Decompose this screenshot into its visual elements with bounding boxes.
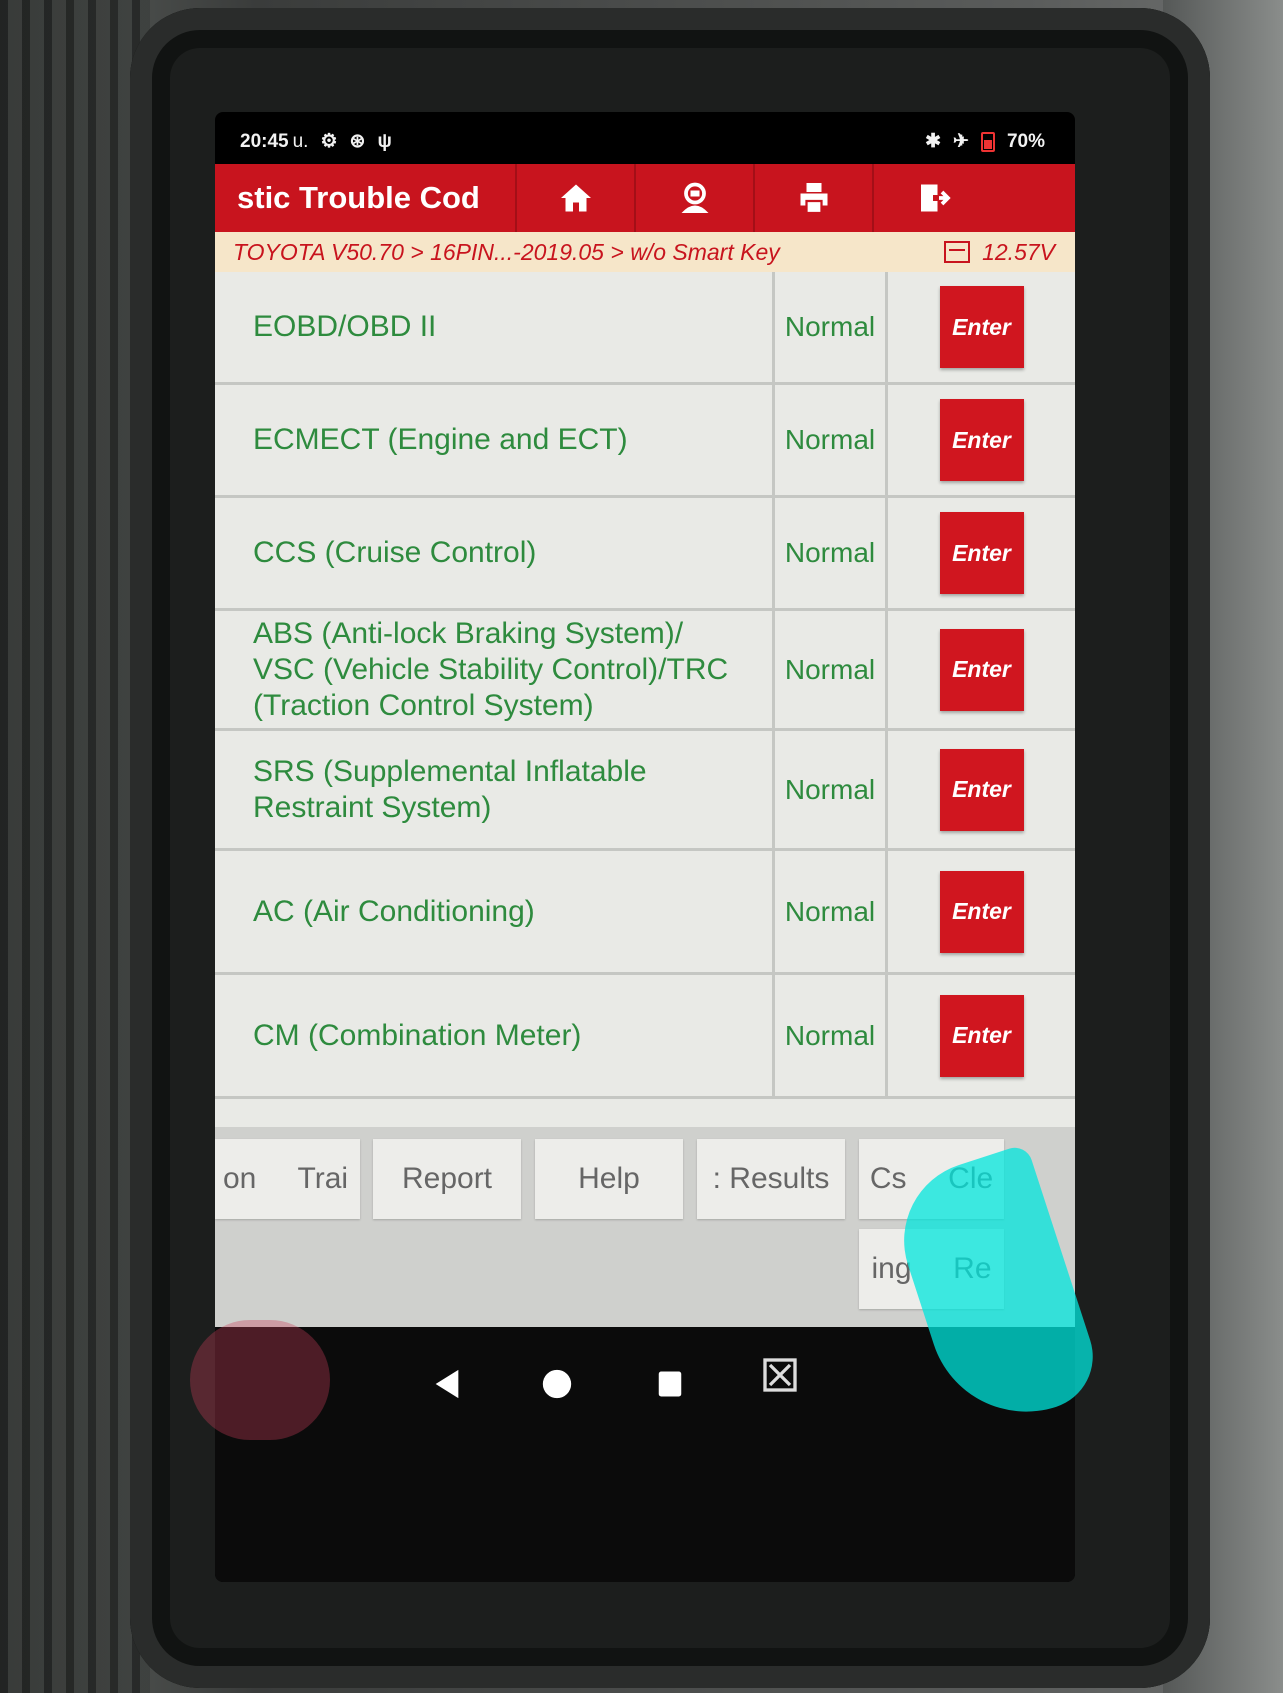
system-status: Normal (775, 272, 888, 382)
report-button[interactable]: Report (373, 1139, 521, 1219)
screenshot-icon[interactable] (760, 1355, 800, 1395)
breadcrumb: TOYOTA V50.70 > 16PIN...-2019.05 > w/o S… (215, 232, 1075, 272)
list-item: EOBD/OBD II Normal Enter (215, 272, 1075, 385)
settings-gear-icon: ⚙ (320, 131, 338, 152)
back-icon[interactable] (430, 1367, 464, 1401)
battery-icon (980, 131, 995, 152)
enter-button[interactable]: Enter (939, 286, 1024, 368)
system-status: Normal (775, 611, 888, 728)
enter-button[interactable]: Enter (939, 994, 1024, 1077)
system-status: Normal (775, 975, 888, 1096)
app-bar: stic Trouble Cod (215, 164, 1075, 232)
results-button[interactable]: : Results (697, 1139, 845, 1219)
enter-button[interactable]: Enter (939, 399, 1024, 481)
status-bar: 20:45 u. ⚙ ⊛ ψ ✱ ✈ 70% (215, 112, 1075, 164)
status-time: 20:45 (240, 130, 289, 152)
home-icon (560, 184, 591, 212)
trace-button[interactable]: on Trai (215, 1139, 360, 1219)
help-button[interactable]: Help (535, 1139, 683, 1219)
print-button[interactable] (753, 164, 872, 232)
home-button[interactable] (515, 164, 634, 232)
calendar-icon[interactable] (944, 241, 971, 263)
enter-button[interactable]: Enter (939, 748, 1024, 831)
reflection-glare (190, 1320, 330, 1440)
system-status: Normal (775, 851, 888, 972)
status-time-suffix: u. (292, 130, 309, 152)
battery-voltage: 12.57V (982, 238, 1055, 265)
system-name: AC (Air Conditioning) (215, 851, 775, 972)
list-item: ABS (Anti-lock Braking System)/ VSC (Veh… (215, 611, 1075, 731)
list-item: ECMECT (Engine and ECT) Normal Enter (215, 385, 1075, 498)
list-item: CM (Combination Meter) Normal Enter (215, 975, 1075, 1099)
system-status: Normal (775, 498, 888, 608)
print-icon (800, 183, 827, 215)
system-name: ABS (Anti-lock Braking System)/ VSC (Veh… (215, 611, 775, 728)
page-title: stic Trouble Cod (237, 180, 480, 215)
sync-icon: ⊛ (349, 131, 366, 152)
home-circle-icon[interactable] (540, 1367, 574, 1401)
support-button[interactable] (634, 164, 753, 232)
system-name: ECMECT (Engine and ECT) (215, 385, 775, 495)
battery-level: 70% (1006, 130, 1045, 152)
background-stripes (0, 0, 150, 1693)
system-list: EOBD/OBD II Normal Enter ECMECT (Engine … (215, 272, 1075, 1127)
enter-button[interactable]: Enter (939, 628, 1024, 711)
usb-icon: ψ (377, 130, 392, 152)
list-item: AC (Air Conditioning) Normal Enter (215, 851, 1075, 975)
breadcrumb-path: TOYOTA V50.70 > 16PIN...-2019.05 > w/o S… (233, 238, 780, 265)
system-name: CCS (Cruise Control) (215, 498, 775, 608)
system-name: EOBD/OBD II (215, 272, 775, 382)
recents-icon[interactable] (655, 1367, 685, 1401)
system-status: Normal (775, 731, 888, 848)
exit-icon (920, 184, 951, 212)
airplane-icon: ✈ (953, 131, 969, 152)
system-name: SRS (Supplemental Inflatable Restraint S… (215, 731, 775, 848)
list-item: SRS (Supplemental Inflatable Restraint S… (215, 731, 1075, 851)
system-name: CM (Combination Meter) (215, 975, 775, 1096)
exit-button[interactable] (872, 164, 991, 232)
bluetooth-icon: ✱ (925, 131, 942, 152)
enter-button[interactable]: Enter (939, 870, 1024, 953)
list-item: CCS (Cruise Control) Normal Enter (215, 498, 1075, 611)
enter-button[interactable]: Enter (939, 512, 1024, 594)
support-icon (681, 182, 708, 213)
system-status: Normal (775, 385, 888, 495)
